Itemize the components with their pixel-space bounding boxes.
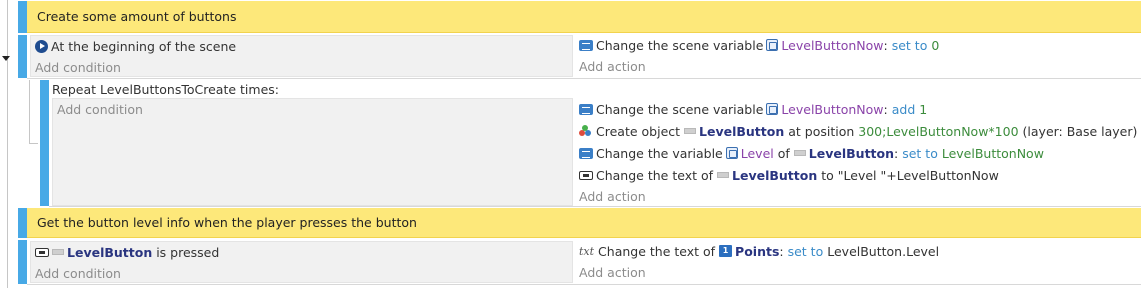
condition-line[interactable]: At the beginning of the scene [35,36,236,56]
value: "Level "+LevelButtonNow [837,167,999,183]
action-line[interactable]: Change the variable Level of LevelButton… [579,143,1044,163]
add-condition-link[interactable]: Add condition [35,57,121,77]
repeat-header[interactable]: Repeat LevelButtonsToCreate times: [52,79,279,99]
comment-block[interactable]: Create some amount of buttons [27,1,1141,33]
nest-line [29,80,30,143]
variable-name: Level [740,145,774,161]
comment-text: Get the button level info when the playe… [37,215,417,230]
action-line[interactable]: txt Change the text of 1 Points: set to … [579,241,939,261]
operator: set to [902,145,938,161]
object-name: LevelButton [699,123,785,139]
scene-start-icon [35,39,48,53]
event-divider [27,284,1141,285]
event-bar[interactable] [18,35,27,78]
object-name: LevelButton [808,145,895,161]
event-tree-gutter-line [7,0,8,288]
add-action-link[interactable]: Add action [579,262,646,282]
value: LevelButton.Level [827,243,940,259]
add-condition-link[interactable]: Add condition [57,99,143,119]
add-action-link[interactable]: Add action [579,56,646,76]
event-divider [49,206,1141,207]
object-name: Points [735,243,780,259]
variable-name: LevelButtonNow [781,101,884,117]
comment-text: Create some amount of buttons [37,9,237,24]
variable-name: LevelButtonNow [781,37,884,53]
value: 1 [919,101,928,117]
object-variable-icon [725,147,738,159]
position-y: ;LevelButtonNow*100 [882,123,1019,139]
action-line[interactable]: Create object LevelButton at position 30… [579,121,1137,141]
object-name: LevelButton [732,167,818,183]
event-bar[interactable] [40,80,49,206]
button-object-icon [35,247,49,257]
variable-icon [579,103,593,115]
action-line[interactable]: Change the scene variable LevelButtonNow… [579,35,939,55]
nest-line [29,143,38,144]
text-object-thumbnail-icon: 1 [719,245,733,257]
value: 0 [931,37,940,53]
object-thumbnail-icon [717,172,730,178]
action-line[interactable]: Change the scene variable LevelButtonNow… [579,99,927,119]
layer-label: (layer: Base layer) [1022,123,1138,139]
collapse-arrow-icon[interactable] [2,56,10,61]
create-object-icon [579,125,593,137]
variable-icon [579,147,593,159]
value: LevelButtonNow [941,145,1044,161]
event-bar[interactable] [18,1,27,33]
object-thumbnail-icon [52,249,64,255]
add-action-link[interactable]: Add action [579,186,646,206]
object-thumbnail-icon [684,128,697,134]
operator: set to [787,243,824,259]
add-condition-link[interactable]: Add condition [35,263,121,283]
scene-variable-icon [766,103,779,115]
object-thumbnail-icon [793,150,806,156]
scene-variable-icon [766,39,779,51]
repeat-header-text: Repeat LevelButtonsToCreate times: [52,81,279,97]
condition-text: At the beginning of the scene [51,38,237,54]
variable-icon [579,39,593,51]
position-x: 300 [858,123,883,139]
object-name: LevelButton [67,244,153,260]
text-object-icon [579,170,593,180]
operator: add [891,101,916,117]
comment-block[interactable]: Get the button level info when the playe… [27,208,1141,238]
event-bar[interactable] [18,208,27,238]
operator: set to [891,37,928,53]
action-line[interactable]: Change the text of LevelButton to "Level… [579,165,999,185]
condition-line[interactable]: LevelButton is pressed [35,242,219,262]
event-bar[interactable] [18,240,27,284]
text-action-icon: txt [579,244,595,258]
